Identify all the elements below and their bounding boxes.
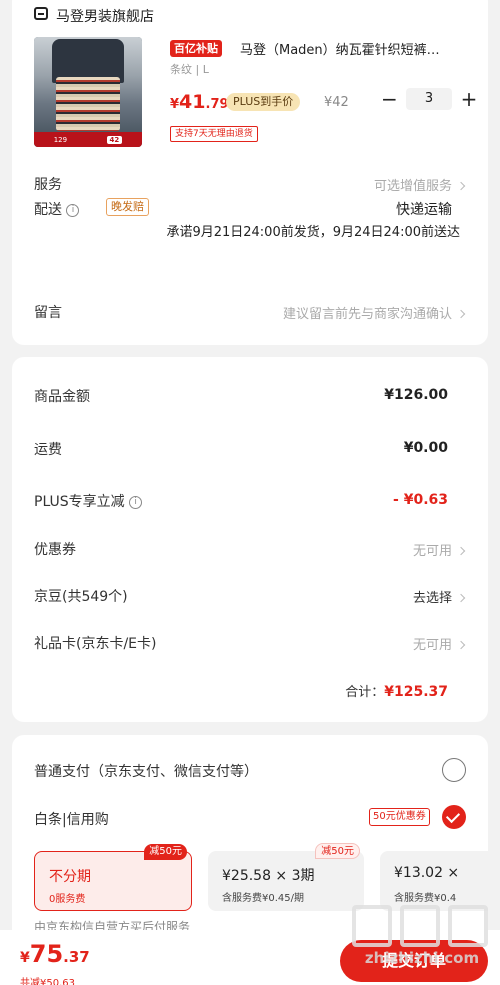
return-policy-tag: 支持7天无理由退货 <box>170 126 258 142</box>
baitiao-payment-label[interactable]: 白条|信用购 <box>34 809 109 829</box>
info-icon[interactable]: i <box>66 203 80 217</box>
delivery-label: 配送 i <box>34 199 80 219</box>
product-spec[interactable]: 条纹 | L <box>170 61 209 77</box>
chevron-right-icon <box>456 546 466 555</box>
plus-price-tag: PLUS到手价 <box>226 93 301 111</box>
coupon-selector[interactable]: 无可用 <box>413 540 466 559</box>
shipping-label: 运费 <box>34 442 62 458</box>
installment-main: 不分期 <box>49 869 91 885</box>
product-title[interactable]: 马登（Maden）纳瓦霍针织短裤… <box>240 39 468 58</box>
info-icon[interactable]: i <box>129 495 143 509</box>
coupon-label: 优惠券 <box>34 542 76 558</box>
service-value: 可选增值服务 <box>373 179 452 194</box>
installment-main: ¥25.58 × 3期 <box>222 868 315 884</box>
message-input[interactable]: 建议留言前先与商家沟通确认 <box>282 303 466 322</box>
service-label: 服务 <box>34 177 62 193</box>
product-price: ¥41.79 <box>170 91 229 113</box>
installment-fee: 含服务费¥0.4 <box>394 893 457 904</box>
giftcard-selector[interactable]: 无可用 <box>413 634 466 653</box>
delivery-promise: 承诺9月21日24:00前发货，9月24日24:00前送达 <box>166 225 460 240</box>
goods-amount-value: ¥126.00 <box>384 387 448 403</box>
delivery-method[interactable]: 快递运输 <box>396 199 452 219</box>
amount-card: 商品金额 ¥126.00 运费 ¥0.00 PLUS专享立减 i - ¥0.63… <box>12 357 488 722</box>
normal-payment-radio[interactable] <box>442 758 466 782</box>
installment-option[interactable]: 减50元 不分期 0服务费 <box>34 844 192 911</box>
image-price-1: 129 <box>53 135 68 144</box>
plus-discount-value: - ¥0.63 <box>393 492 448 508</box>
baitiao-payment-radio[interactable] <box>442 805 466 829</box>
checkout-total: ¥75.37 <box>20 940 90 968</box>
chevron-right-icon <box>456 640 466 649</box>
store-icon <box>34 7 48 20</box>
discount-badge: 减50元 <box>315 843 360 859</box>
installment-main: ¥13.02 × <box>394 865 460 881</box>
giftcard-label: 礼品卡(京东卡/E卡) <box>34 636 157 652</box>
normal-payment-label[interactable]: 普通支付（京东支付、微信支付等） <box>34 761 258 781</box>
qty-increase-button[interactable]: + <box>460 88 478 110</box>
service-selector[interactable]: 可选增值服务 <box>373 175 466 194</box>
order-total-value: ¥125.37 <box>384 684 448 700</box>
shipping-value: ¥0.00 <box>403 440 448 456</box>
installment-fee: 含服务费¥0.45/期 <box>222 893 304 904</box>
late-compensation-tag: 晚发赔 <box>106 198 149 216</box>
saved-amount[interactable]: 共减¥50.63 <box>20 974 75 985</box>
installment-option[interactable]: 减50元 ¥25.58 × 3期 含服务费¥0.45/期 <box>208 843 364 911</box>
submit-order-button[interactable]: 提交订单 <box>340 940 488 982</box>
plus-discount-label: PLUS专享立减 i <box>34 491 143 511</box>
message-placeholder: 建议留言前先与商家沟通确认 <box>282 307 452 322</box>
jingdou-label: 京豆(共549个) <box>34 589 128 605</box>
qty-decrease-button[interactable]: − <box>381 88 398 110</box>
product-image[interactable]: 129 42 <box>34 37 142 147</box>
installment-fee: 0服务费 <box>49 894 86 905</box>
discount-badge: 减50元 <box>144 844 187 860</box>
original-price: ¥42 <box>324 95 349 110</box>
subsidy-tag: 百亿补贴 <box>170 40 222 57</box>
chevron-right-icon <box>456 181 466 190</box>
jingdou-selector[interactable]: 去选择 <box>413 587 466 606</box>
message-label: 留言 <box>34 305 62 321</box>
order-total: 合计：¥125.37 <box>345 684 448 700</box>
quantity-input[interactable]: 3 <box>406 88 452 110</box>
checkout-bar: ¥75.37 共减¥50.63 提交订单 <box>0 930 500 985</box>
chevron-right-icon <box>456 309 466 318</box>
baitiao-coupon-tag: 50元优惠券 <box>369 808 430 826</box>
goods-amount-label: 商品金额 <box>34 389 90 405</box>
installment-option[interactable]: ¥13.02 × 含服务费¥0.4 <box>380 851 488 911</box>
chevron-right-icon <box>456 593 466 602</box>
image-price-2: 42 <box>106 135 123 144</box>
order-card: 马登男装旗舰店 129 42 百亿补贴 马登（Maden）纳瓦霍针织短裤… 条纹… <box>12 0 488 345</box>
store-name[interactable]: 马登男装旗舰店 <box>56 6 154 26</box>
